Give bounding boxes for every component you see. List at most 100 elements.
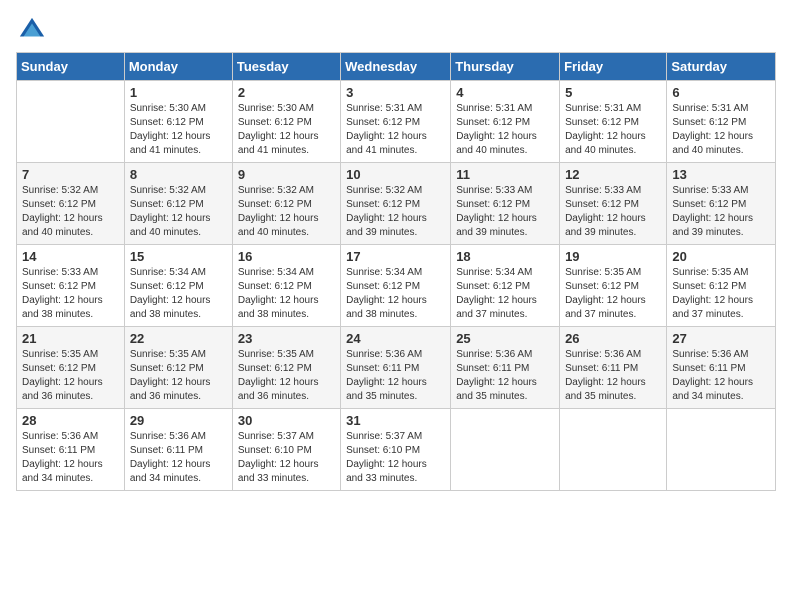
calendar-cell: 17 Sunrise: 5:34 AMSunset: 6:12 PMDayligh… (341, 245, 451, 327)
col-friday: Friday (560, 53, 667, 81)
day-info: Sunrise: 5:35 AMSunset: 6:12 PMDaylight:… (130, 348, 227, 404)
day-number: 20 (672, 249, 770, 264)
calendar-cell: 18 Sunrise: 5:34 AMSunset: 6:12 PMDayligh… (451, 245, 560, 327)
day-number: 30 (238, 413, 335, 428)
day-info: Sunrise: 5:35 AMSunset: 6:12 PMDaylight:… (238, 348, 335, 404)
day-info: Sunrise: 5:35 AMSunset: 6:12 PMDaylight:… (672, 266, 770, 322)
day-info: Sunrise: 5:34 AMSunset: 6:12 PMDaylight:… (346, 266, 445, 322)
header-row: Sunday Monday Tuesday Wednesday Thursday… (17, 53, 776, 81)
day-number: 5 (565, 85, 661, 100)
week-row-3: 21 Sunrise: 5:35 AMSunset: 6:12 PMDayligh… (17, 327, 776, 409)
calendar-cell: 15 Sunrise: 5:34 AMSunset: 6:12 PMDayligh… (124, 245, 232, 327)
day-number: 19 (565, 249, 661, 264)
day-number: 1 (130, 85, 227, 100)
calendar-cell: 9 Sunrise: 5:32 AMSunset: 6:12 PMDaylight… (232, 163, 340, 245)
day-info: Sunrise: 5:33 AMSunset: 6:12 PMDaylight:… (672, 184, 770, 240)
day-number: 6 (672, 85, 770, 100)
day-info: Sunrise: 5:32 AMSunset: 6:12 PMDaylight:… (346, 184, 445, 240)
day-info: Sunrise: 5:32 AMSunset: 6:12 PMDaylight:… (22, 184, 119, 240)
day-info: Sunrise: 5:34 AMSunset: 6:12 PMDaylight:… (130, 266, 227, 322)
day-number: 27 (672, 331, 770, 346)
day-number: 7 (22, 167, 119, 182)
day-number: 12 (565, 167, 661, 182)
calendar-cell: 4 Sunrise: 5:31 AMSunset: 6:12 PMDaylight… (451, 81, 560, 163)
calendar-cell: 19 Sunrise: 5:35 AMSunset: 6:12 PMDayligh… (560, 245, 667, 327)
day-info: Sunrise: 5:32 AMSunset: 6:12 PMDaylight:… (130, 184, 227, 240)
calendar-cell: 2 Sunrise: 5:30 AMSunset: 6:12 PMDaylight… (232, 81, 340, 163)
day-info: Sunrise: 5:33 AMSunset: 6:12 PMDaylight:… (22, 266, 119, 322)
calendar-cell: 7 Sunrise: 5:32 AMSunset: 6:12 PMDaylight… (17, 163, 125, 245)
calendar-cell: 28Sunrise: 5:36 AMSunset: 6:11 PMDayligh… (17, 409, 125, 491)
day-info: Sunrise: 5:33 AMSunset: 6:12 PMDaylight:… (456, 184, 554, 240)
day-number: 15 (130, 249, 227, 264)
day-number: 22 (130, 331, 227, 346)
day-info: Sunrise: 5:35 AMSunset: 6:12 PMDaylight:… (22, 348, 119, 404)
col-wednesday: Wednesday (341, 53, 451, 81)
calendar-table: Sunday Monday Tuesday Wednesday Thursday… (16, 52, 776, 491)
day-number: 4 (456, 85, 554, 100)
calendar-cell: 23 Sunrise: 5:35 AMSunset: 6:12 PMDayligh… (232, 327, 340, 409)
day-info: Sunrise: 5:34 AMSunset: 6:12 PMDaylight:… (456, 266, 554, 322)
day-number: 16 (238, 249, 335, 264)
calendar-cell: 11 Sunrise: 5:33 AMSunset: 6:12 PMDayligh… (451, 163, 560, 245)
day-info: Sunrise: 5:35 AMSunset: 6:12 PMDaylight:… (565, 266, 661, 322)
day-number: 17 (346, 249, 445, 264)
week-row-2: 14Sunrise: 5:33 AMSunset: 6:12 PMDayligh… (17, 245, 776, 327)
calendar-cell: 5 Sunrise: 5:31 AMSunset: 6:12 PMDaylight… (560, 81, 667, 163)
day-number: 10 (346, 167, 445, 182)
logo-icon (18, 16, 46, 44)
calendar-cell: 24 Sunrise: 5:36 AMSunset: 6:11 PMDayligh… (341, 327, 451, 409)
day-number: 3 (346, 85, 445, 100)
calendar-cell: 30 Sunrise: 5:37 AMSunset: 6:10 PMDayligh… (232, 409, 340, 491)
calendar-cell: 13Sunrise: 5:33 AMSunset: 6:12 PMDayligh… (667, 163, 776, 245)
day-info: Sunrise: 5:36 AMSunset: 6:11 PMDaylight:… (22, 430, 119, 486)
col-monday: Monday (124, 53, 232, 81)
day-info: Sunrise: 5:36 AMSunset: 6:11 PMDaylight:… (456, 348, 554, 404)
calendar-cell: 26Sunrise: 5:36 AMSunset: 6:11 PMDayligh… (560, 327, 667, 409)
day-info: Sunrise: 5:30 AMSunset: 6:12 PMDaylight:… (130, 102, 227, 158)
day-number: 21 (22, 331, 119, 346)
day-number: 2 (238, 85, 335, 100)
day-info: Sunrise: 5:30 AMSunset: 6:12 PMDaylight:… (238, 102, 335, 158)
calendar-cell: 27Sunrise: 5:36 AMSunset: 6:11 PMDayligh… (667, 327, 776, 409)
calendar-cell (667, 409, 776, 491)
calendar-cell: 3 Sunrise: 5:31 AMSunset: 6:12 PMDaylight… (341, 81, 451, 163)
day-info: Sunrise: 5:31 AMSunset: 6:12 PMDaylight:… (672, 102, 770, 158)
day-info: Sunrise: 5:37 AMSunset: 6:10 PMDaylight:… (238, 430, 335, 486)
day-number: 8 (130, 167, 227, 182)
calendar-cell: 6 Sunrise: 5:31 AMSunset: 6:12 PMDaylight… (667, 81, 776, 163)
calendar-cell (17, 81, 125, 163)
day-info: Sunrise: 5:33 AMSunset: 6:12 PMDaylight:… (565, 184, 661, 240)
page-header (16, 16, 776, 44)
week-row-1: 7 Sunrise: 5:32 AMSunset: 6:12 PMDaylight… (17, 163, 776, 245)
day-number: 24 (346, 331, 445, 346)
calendar-cell: 1 Sunrise: 5:30 AMSunset: 6:12 PMDaylight… (124, 81, 232, 163)
day-info: Sunrise: 5:31 AMSunset: 6:12 PMDaylight:… (346, 102, 445, 158)
calendar-cell: 31Sunrise: 5:37 AMSunset: 6:10 PMDayligh… (341, 409, 451, 491)
col-thursday: Thursday (451, 53, 560, 81)
day-info: Sunrise: 5:32 AMSunset: 6:12 PMDaylight:… (238, 184, 335, 240)
day-info: Sunrise: 5:36 AMSunset: 6:11 PMDaylight:… (346, 348, 445, 404)
day-number: 25 (456, 331, 554, 346)
calendar-cell: 8 Sunrise: 5:32 AMSunset: 6:12 PMDaylight… (124, 163, 232, 245)
day-info: Sunrise: 5:36 AMSunset: 6:11 PMDaylight:… (130, 430, 227, 486)
calendar-cell: 20 Sunrise: 5:35 AMSunset: 6:12 PMDayligh… (667, 245, 776, 327)
week-row-4: 28Sunrise: 5:36 AMSunset: 6:11 PMDayligh… (17, 409, 776, 491)
day-number: 31 (346, 413, 445, 428)
calendar-cell (560, 409, 667, 491)
day-number: 9 (238, 167, 335, 182)
calendar-cell: 16Sunrise: 5:34 AMSunset: 6:12 PMDayligh… (232, 245, 340, 327)
calendar-cell: 21 Sunrise: 5:35 AMSunset: 6:12 PMDayligh… (17, 327, 125, 409)
col-saturday: Saturday (667, 53, 776, 81)
calendar-cell (451, 409, 560, 491)
day-info: Sunrise: 5:31 AMSunset: 6:12 PMDaylight:… (456, 102, 554, 158)
week-row-0: 1 Sunrise: 5:30 AMSunset: 6:12 PMDaylight… (17, 81, 776, 163)
day-number: 18 (456, 249, 554, 264)
day-number: 23 (238, 331, 335, 346)
day-number: 26 (565, 331, 661, 346)
calendar-cell: 14Sunrise: 5:33 AMSunset: 6:12 PMDayligh… (17, 245, 125, 327)
day-number: 11 (456, 167, 554, 182)
logo (16, 16, 46, 44)
calendar-cell: 22 Sunrise: 5:35 AMSunset: 6:12 PMDayligh… (124, 327, 232, 409)
day-info: Sunrise: 5:31 AMSunset: 6:12 PMDaylight:… (565, 102, 661, 158)
